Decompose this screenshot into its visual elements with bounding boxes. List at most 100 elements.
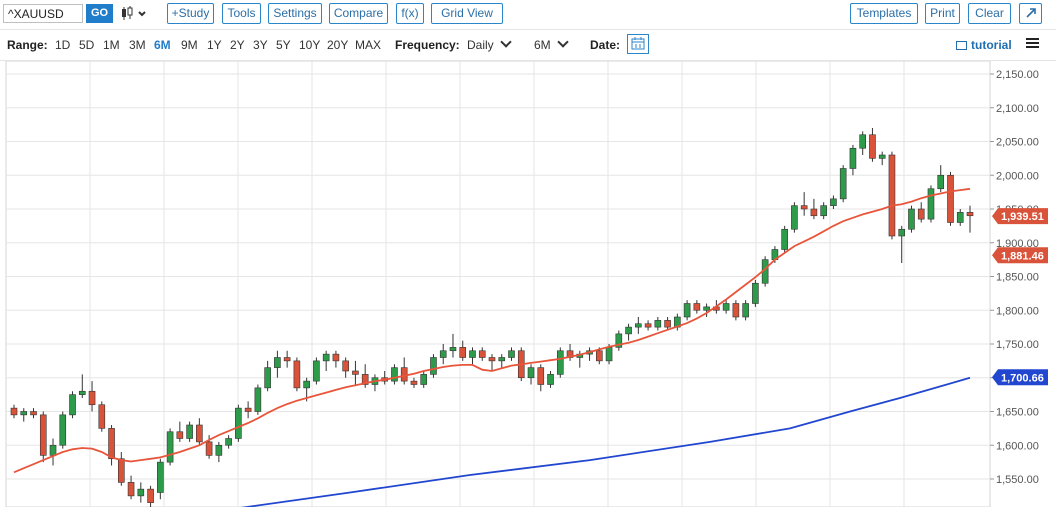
price-badge-label: 1,939.51 (1001, 211, 1044, 223)
price-badge-label: 1,700.66 (1001, 372, 1044, 384)
range-10y[interactable]: 10Y (299, 38, 320, 52)
tutorial-link[interactable]: tutorial (971, 38, 1012, 52)
candle-body (898, 228, 906, 237)
candle-body (166, 431, 174, 463)
period-value: 6M (534, 38, 551, 52)
range-1m[interactable]: 1M (103, 38, 120, 52)
top-toolbar: GO +Study Tools Settings Compare f(x) Gr… (0, 0, 1056, 30)
candle-body (196, 424, 203, 443)
candle-body (20, 411, 28, 416)
range-9m[interactable]: 9M (181, 38, 198, 52)
y-tick-label: 1,800.00 (996, 305, 1039, 317)
candlestick-type-icon[interactable] (120, 4, 152, 23)
candle-body (235, 407, 242, 439)
print-button[interactable]: Print (925, 3, 960, 24)
candle-body (342, 360, 349, 372)
y-tick-label: 2,100.00 (996, 103, 1039, 115)
range-max[interactable]: MAX (355, 38, 381, 52)
candle-body (215, 444, 223, 456)
range-3m[interactable]: 3M (129, 38, 146, 52)
chevron-down-icon (500, 36, 512, 48)
candle-body (244, 407, 252, 412)
candle-body (722, 303, 730, 311)
y-tick-label: 1,600.00 (996, 440, 1039, 452)
candle-body (742, 303, 749, 318)
templates-button[interactable]: Templates (850, 3, 918, 24)
clear-button[interactable]: Clear (968, 3, 1011, 24)
candle-body (205, 441, 213, 456)
candle-body (927, 188, 935, 220)
y-tick-label: 1,750.00 (996, 339, 1039, 351)
range-6m[interactable]: 6M (154, 38, 171, 52)
expand-arrow-icon (1025, 8, 1036, 18)
range-20y[interactable]: 20Y (327, 38, 348, 52)
candle-body (313, 360, 320, 382)
candle-body (449, 347, 457, 352)
y-tick-label: 2,150.00 (996, 69, 1039, 81)
range-5d[interactable]: 5D (79, 38, 94, 52)
range-5y[interactable]: 5Y (276, 38, 291, 52)
price-chart[interactable]: 2,150.002,100.002,050.002,000.001,950.00… (0, 61, 1056, 507)
y-tick-label: 1,850.00 (996, 272, 1039, 284)
add-study-button[interactable]: +Study (167, 3, 214, 24)
expand-button[interactable] (1019, 3, 1042, 24)
candle-body (137, 488, 145, 497)
candle-body (888, 154, 896, 237)
candle-body (752, 282, 759, 304)
range-2y[interactable]: 2Y (230, 38, 245, 52)
go-button[interactable]: GO (86, 4, 113, 23)
candle-body (157, 461, 164, 493)
chevron-down-icon (557, 36, 569, 48)
frequency-value: Daily (467, 38, 494, 52)
candle-body (322, 353, 330, 362)
candle-body (186, 424, 193, 439)
frequency-dropdown[interactable]: Daily (467, 36, 512, 52)
range-3y[interactable]: 3Y (253, 38, 268, 52)
candle-body (478, 350, 486, 358)
candle-body (625, 326, 632, 335)
range-bar: Range: 1D 5D 1M 3M 6M 9M 1Y 2Y 3Y 5Y 10Y… (0, 30, 1056, 61)
calendar-icon (631, 37, 645, 50)
candle-body (703, 306, 710, 311)
candle-body (59, 414, 67, 446)
candle-body (352, 370, 359, 375)
candle-body (176, 431, 184, 439)
settings-button[interactable]: Settings (268, 3, 322, 24)
candle-body (69, 394, 76, 416)
range-1y[interactable]: 1Y (207, 38, 222, 52)
candle-body (869, 134, 876, 159)
candle-body (556, 350, 564, 375)
candle-body (225, 438, 232, 446)
candle-body (30, 411, 37, 416)
candle-body (859, 134, 866, 149)
range-1d[interactable]: 1D (55, 38, 70, 52)
candle-body (439, 350, 447, 358)
period-dropdown[interactable]: 6M (534, 36, 569, 52)
candle-body (118, 458, 125, 483)
candle-body (98, 404, 106, 429)
candle-body (469, 350, 476, 358)
date-picker-button[interactable] (627, 34, 649, 54)
candle-body (644, 323, 652, 328)
candle-body (254, 387, 262, 412)
candle-body (283, 357, 291, 362)
candle-body (459, 347, 467, 358)
candle-body (781, 228, 788, 250)
hamburger-menu-icon[interactable] (1026, 38, 1039, 49)
candle-body (732, 303, 740, 318)
candle-body (127, 482, 135, 497)
candle-body (10, 407, 18, 416)
y-tick-label: 1,650.00 (996, 407, 1039, 419)
tools-button[interactable]: Tools (222, 3, 261, 24)
candle-body (830, 198, 837, 206)
fx-button[interactable]: f(x) (396, 3, 424, 24)
candle-body (293, 360, 301, 389)
candle-body (537, 367, 545, 385)
symbol-input[interactable] (3, 4, 83, 23)
candle-body (908, 208, 915, 230)
candle-body (664, 320, 671, 328)
candle-body (683, 303, 691, 318)
grid-view-button[interactable]: Grid View (431, 3, 503, 24)
range-label: Range: (7, 38, 48, 52)
compare-button[interactable]: Compare (329, 3, 388, 24)
